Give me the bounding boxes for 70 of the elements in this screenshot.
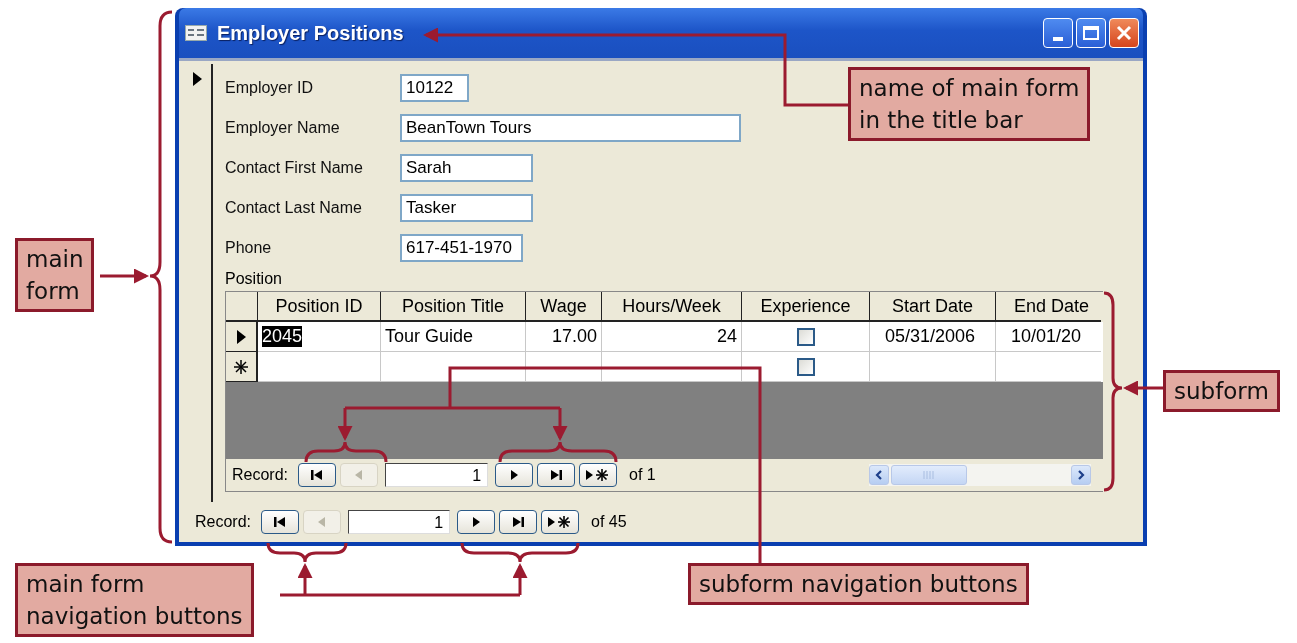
text-field[interactable]: 617-451-1970 [400, 234, 523, 262]
column-header[interactable]: Position ID [258, 292, 381, 322]
scroll-left-icon [875, 470, 883, 480]
maximize-icon [1083, 26, 1099, 40]
text-field[interactable]: Tasker [400, 194, 533, 222]
record-nav-button[interactable] [499, 510, 538, 534]
text-field[interactable]: 10122 [400, 74, 469, 102]
subform-label: Position [225, 270, 282, 288]
record-number-field[interactable]: 1 [348, 510, 451, 534]
row-selector[interactable] [226, 352, 258, 382]
field-label: Contact First Name [225, 159, 364, 177]
record-nav-button[interactable] [457, 510, 496, 534]
column-header[interactable]: Hours/Week [602, 292, 742, 322]
new-record-icon [234, 359, 248, 374]
record-number-field[interactable]: 1 [385, 463, 489, 487]
callout-label: subform [1163, 370, 1280, 413]
minimize-icon [1053, 37, 1063, 41]
table-cell: 24 [716, 326, 737, 347]
maximize-button[interactable] [1076, 18, 1106, 48]
table-cell: Tour Guide [385, 326, 474, 347]
grip-icon [923, 471, 935, 479]
form-icon [185, 25, 207, 41]
column-header[interactable]: Position Title [381, 292, 526, 322]
previous-record-icon [354, 469, 365, 481]
column-header [226, 292, 258, 322]
table-cell: 17.00 [551, 326, 597, 347]
record-nav-button[interactable] [261, 510, 300, 534]
record-nav-button[interactable] [298, 463, 337, 487]
arrow [100, 268, 149, 284]
record-count: of 45 [591, 513, 627, 531]
record-label: Record: [195, 513, 252, 531]
record-label: Record: [232, 466, 289, 484]
record-nav-button[interactable] [541, 510, 580, 534]
callout-label: main form [15, 238, 95, 313]
column-header[interactable]: Start Date [870, 292, 996, 322]
record-count: of 1 [629, 466, 656, 484]
horizontal-scrollbar[interactable] [869, 464, 1091, 486]
last-record-icon [548, 469, 565, 481]
next-record-icon [509, 469, 520, 481]
field-label: Contact Last Name [225, 199, 363, 217]
next-record-icon [471, 516, 482, 528]
field-label: Employer Name [225, 119, 341, 137]
minimize-button[interactable] [1043, 18, 1073, 48]
callout-label: name of main form in the title bar [848, 67, 1091, 142]
callout-label: main form navigation buttons [15, 563, 254, 638]
window-title: Employer Positions [217, 21, 405, 45]
row-selector[interactable] [226, 322, 258, 352]
previous-record-icon [317, 516, 328, 528]
column-header[interactable]: Wage [526, 292, 602, 322]
callout-label: subform navigation buttons [688, 563, 1029, 606]
close-button[interactable] [1109, 18, 1139, 48]
last-record-icon [510, 516, 527, 528]
table-cell: 10/01/20 [1011, 326, 1082, 347]
text-field[interactable]: Sarah [400, 154, 533, 182]
record-nav-button[interactable] [579, 463, 618, 487]
text-field[interactable]: BeanTown Tours [400, 114, 741, 142]
field-label: Phone [225, 239, 273, 257]
arrow [1123, 380, 1163, 396]
checkbox[interactable] [796, 327, 815, 346]
scroll-right-icon [1077, 470, 1085, 480]
field-label: Employer ID [225, 79, 315, 97]
table-cell: 05/31/2006 [885, 326, 976, 347]
table-cell: 2045 [262, 326, 303, 347]
record-nav-button[interactable] [495, 463, 534, 487]
column-header[interactable]: Experience [742, 292, 870, 322]
record-nav-button[interactable] [537, 463, 576, 487]
checkbox[interactable] [796, 357, 815, 376]
close-icon [1116, 25, 1132, 41]
current-record-icon [236, 329, 246, 344]
record-selector-icon [193, 72, 202, 86]
